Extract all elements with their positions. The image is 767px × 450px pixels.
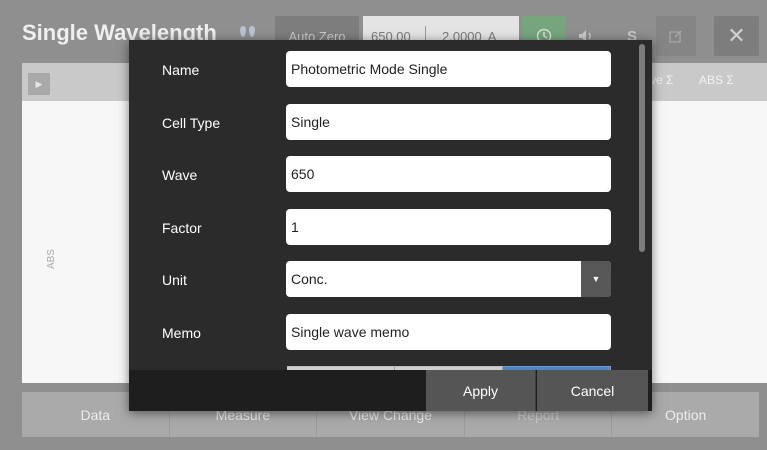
settings-form: Name Photometric Mode Single Cell Type S… xyxy=(129,40,637,370)
factor-label: Factor xyxy=(162,220,202,236)
chevron-right-icon: ▶ xyxy=(35,78,43,89)
factor-field[interactable]: 1 xyxy=(286,209,611,245)
close-button[interactable]: ✕ xyxy=(714,16,759,56)
scrollbar-thumb[interactable] xyxy=(639,44,645,252)
y-axis-label: ABS xyxy=(46,248,57,269)
expand-panel-button[interactable]: ▶ xyxy=(28,73,50,95)
form-row-wave: Wave 650 xyxy=(129,156,637,194)
form-row-factor: Factor 1 xyxy=(129,209,637,247)
unit-select[interactable]: Conc. ▼ xyxy=(286,261,611,297)
close-icon: ✕ xyxy=(727,23,746,48)
dialog-footer: Apply Cancel xyxy=(129,370,652,411)
unit-select-value: Conc. xyxy=(291,271,328,287)
unit-label: Unit xyxy=(162,272,187,288)
chevron-down-icon: ▼ xyxy=(591,274,601,284)
form-scrollbar[interactable] xyxy=(637,40,647,370)
cell-type-field[interactable]: Single xyxy=(286,104,611,140)
lamp-status-icon xyxy=(238,24,260,40)
wave-label: Wave xyxy=(162,167,198,183)
column-header-wave[interactable]: ve Σ xyxy=(650,73,673,87)
cell-type-label: Cell Type xyxy=(162,115,221,131)
column-header-abs[interactable]: ABS Σ xyxy=(699,73,734,87)
edit-icon xyxy=(669,30,682,43)
form-row-cell-type: Cell Type Single xyxy=(129,104,637,142)
name-label: Name xyxy=(162,62,200,78)
method-settings-dialog: Name Photometric Mode Single Cell Type S… xyxy=(129,40,652,411)
form-row-name: Name Photometric Mode Single xyxy=(129,51,637,89)
cancel-button[interactable]: Cancel xyxy=(537,370,648,411)
wave-field[interactable]: 650 xyxy=(286,156,611,192)
memo-label: Memo xyxy=(162,325,201,341)
name-field[interactable]: Photometric Mode Single xyxy=(286,51,611,87)
edit-button[interactable] xyxy=(656,16,696,56)
unit-dropdown-button[interactable]: ▼ xyxy=(581,261,611,297)
apply-button[interactable]: Apply xyxy=(426,370,536,411)
memo-field[interactable]: Single wave memo xyxy=(286,314,611,350)
form-row-memo: Memo Single wave memo xyxy=(129,314,637,352)
form-row-unit: Unit Conc. ▼ xyxy=(129,261,637,299)
